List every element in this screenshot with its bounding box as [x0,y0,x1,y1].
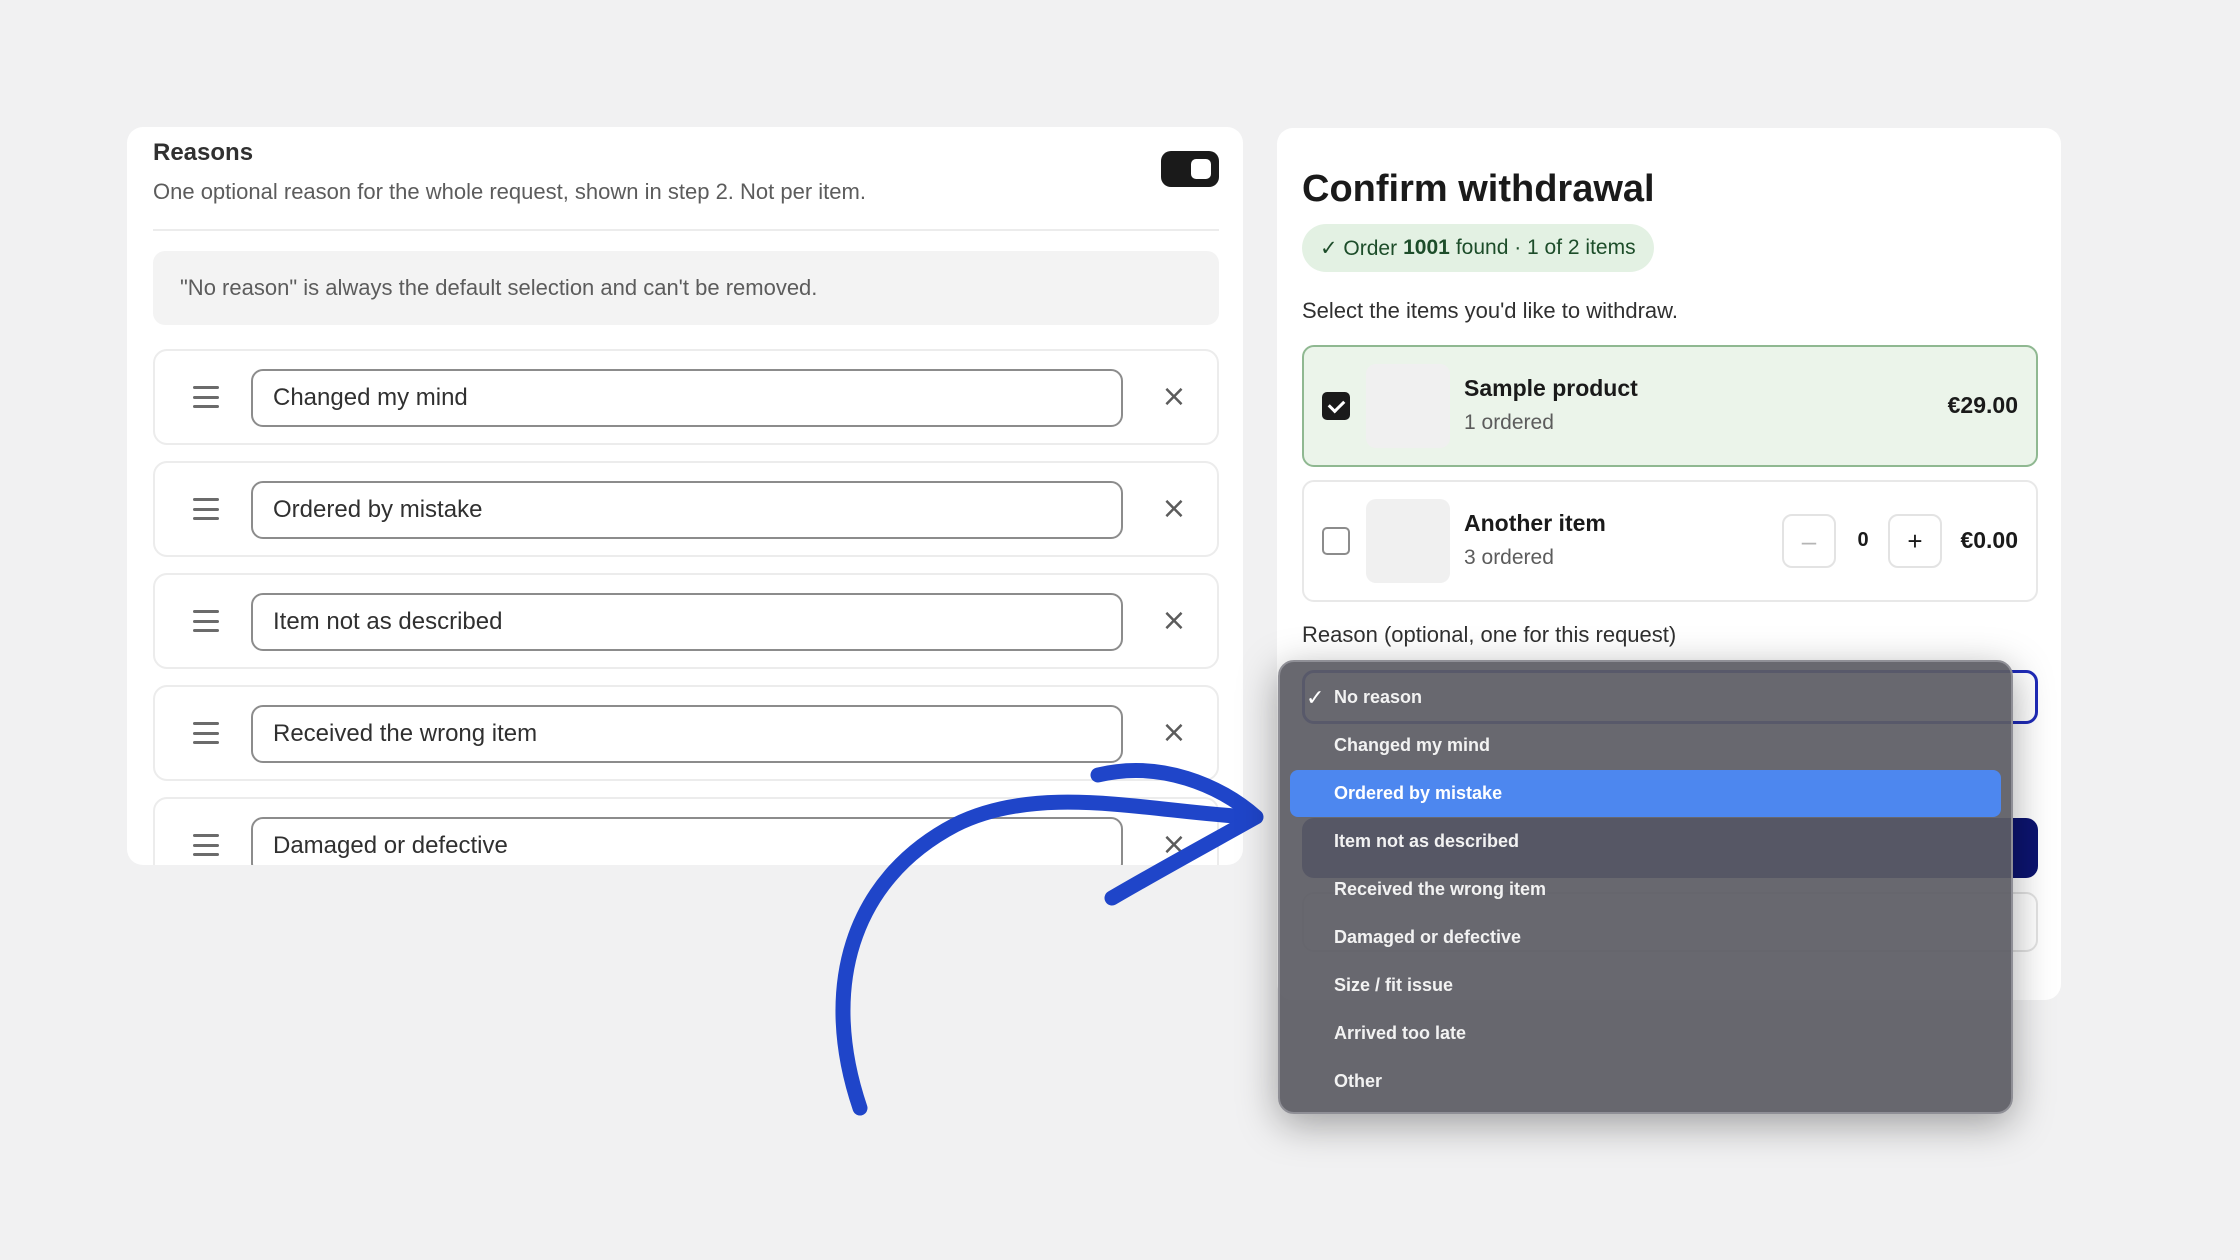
option-label: Arrived too late [1334,1023,1467,1043]
dropdown-option[interactable]: Size / fit issue [1290,962,2001,1009]
option-label: Item not as described [1334,831,1520,851]
option-label: Size / fit issue [1334,975,1454,995]
dropdown-option[interactable]: ✓ No reason [1290,674,2001,721]
option-label: Changed my mind [1334,735,1491,755]
dropdown-option[interactable]: Item not as described [1290,818,2001,865]
dropdown-option[interactable]: Received the wrong item [1290,866,2001,913]
dropdown-option[interactable]: Damaged or defective [1290,914,2001,961]
dropdown-option[interactable]: Arrived too late [1290,1010,2001,1057]
dropdown-option[interactable]: Changed my mind [1290,722,2001,769]
option-label: Damaged or defective [1334,927,1522,947]
option-label: Other [1334,1071,1383,1091]
option-label: No reason [1334,687,1423,707]
check-icon: ✓ [1306,685,1325,711]
option-label: Ordered by mistake [1334,783,1503,803]
reason-dropdown-menu: ✓ No reason Changed my mind Ordered by m… [1278,660,2013,1114]
option-label: Received the wrong item [1334,879,1547,899]
dropdown-option-highlighted[interactable]: Ordered by mistake [1290,770,2001,817]
dropdown-option[interactable]: Other [1290,1058,2001,1105]
